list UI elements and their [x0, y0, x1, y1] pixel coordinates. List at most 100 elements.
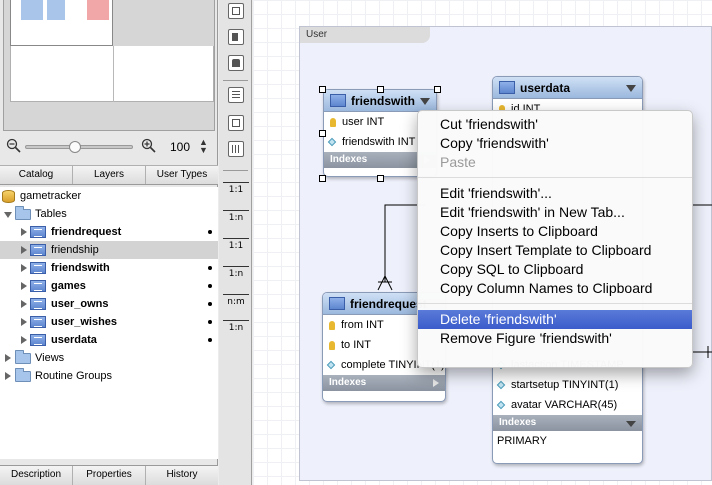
- routine-group-tool-icon[interactable]: [228, 141, 244, 157]
- model-navigator[interactable]: [3, 0, 215, 131]
- column-label: friendswith INT: [342, 136, 416, 148]
- column-label: from INT: [341, 319, 384, 331]
- table-icon: [330, 94, 346, 107]
- disclosure-right-icon[interactable]: [5, 372, 11, 380]
- menu-separator: [418, 177, 692, 178]
- relationship-1-n-tool[interactable]: 1:n: [221, 203, 251, 227]
- view-tool-icon[interactable]: [228, 115, 244, 131]
- tab-history[interactable]: History: [146, 466, 218, 485]
- tree-item-table[interactable]: user_wishes: [0, 313, 218, 331]
- table-label: user_owns: [51, 298, 109, 310]
- tab-properties[interactable]: Properties: [73, 466, 146, 485]
- folder-icon: [15, 350, 31, 364]
- relationship-1-1-solid-tool[interactable]: 1:1: [221, 231, 251, 255]
- resize-handle[interactable]: [319, 130, 326, 137]
- tree-item-table[interactable]: userdata: [0, 331, 218, 349]
- column-label: avatar VARCHAR(45): [511, 399, 618, 411]
- primary-key-icon: [329, 341, 335, 350]
- resize-handle[interactable]: [377, 175, 384, 182]
- relationship-1-n-solid-tool[interactable]: 1:n: [221, 259, 251, 283]
- tree-item-schema[interactable]: gametracker: [0, 187, 218, 205]
- indexes-header[interactable]: Indexes: [323, 375, 445, 391]
- tree-item-tables[interactable]: Tables: [0, 205, 218, 223]
- disclosure-right-icon[interactable]: [21, 300, 27, 308]
- layer-tool-icon[interactable]: [228, 3, 244, 19]
- note-tool-icon[interactable]: [228, 29, 244, 45]
- menu-item-copy-column-names[interactable]: Copy Column Names to Clipboard: [418, 279, 692, 298]
- zoom-out-icon[interactable]: [6, 138, 22, 154]
- primary-key-icon: [329, 321, 335, 330]
- relationship-n-m-tool[interactable]: n:m: [221, 287, 251, 311]
- table-label: userdata: [51, 334, 97, 346]
- tab-description[interactable]: Description: [0, 466, 73, 485]
- resize-handle[interactable]: [319, 86, 326, 93]
- column-label: user INT: [342, 116, 385, 128]
- disclosure-right-icon[interactable]: [21, 246, 27, 254]
- table-label: friendship: [51, 244, 99, 256]
- resize-handle[interactable]: [434, 86, 441, 93]
- collapse-icon[interactable]: [420, 98, 430, 105]
- menu-item-delete[interactable]: Delete 'friendswith': [418, 310, 692, 329]
- tab-layers[interactable]: Layers: [73, 166, 146, 184]
- menu-item-edit-new-tab[interactable]: Edit 'friendswith' in New Tab...: [418, 203, 692, 222]
- relationship-existing-columns-tool[interactable]: 1:n: [221, 313, 251, 337]
- zoom-stepper-icon[interactable]: ▲ ▼: [199, 138, 208, 155]
- column-row[interactable]: startsetup TINYINT(1): [493, 375, 642, 395]
- zoom-slider-knob[interactable]: [69, 141, 81, 153]
- table-icon: [30, 262, 46, 274]
- menu-item-cut[interactable]: Cut 'friendswith': [418, 115, 692, 134]
- tree-item-table[interactable]: games: [0, 277, 218, 295]
- tab-catalog[interactable]: Catalog: [0, 166, 73, 184]
- disclosure-right-icon[interactable]: [21, 318, 27, 326]
- menu-item-copy-sql[interactable]: Copy SQL to Clipboard: [418, 260, 692, 279]
- tree-item-views[interactable]: Views: [0, 349, 218, 367]
- mini-table: [87, 0, 109, 20]
- disclosure-right-icon[interactable]: [21, 264, 27, 272]
- menu-item-copy-insert-template[interactable]: Copy Insert Template to Clipboard: [418, 241, 692, 260]
- disclosure-right-icon[interactable]: [21, 282, 27, 290]
- zoom-value[interactable]: 100: [170, 140, 190, 154]
- mini-table: [21, 0, 43, 20]
- zoom-in-icon[interactable]: [141, 138, 157, 154]
- column-row[interactable]: avatar VARCHAR(45): [493, 395, 642, 415]
- relationship-1-1-tool[interactable]: 1:1: [221, 175, 251, 199]
- table-label: user_wishes: [51, 316, 118, 328]
- resize-handle[interactable]: [319, 175, 326, 182]
- table-icon: [329, 297, 345, 310]
- zoom-slider[interactable]: [25, 141, 133, 153]
- collapse-icon[interactable]: [626, 421, 636, 427]
- table-label: games: [51, 280, 86, 292]
- tree-item-table[interactable]: friendrequest: [0, 223, 218, 241]
- index-row[interactable]: PRIMARY: [493, 431, 642, 451]
- tree-item-table[interactable]: friendswith: [0, 259, 218, 277]
- image-tool-icon[interactable]: [228, 55, 244, 71]
- tree-item-routine-groups[interactable]: Routine Groups: [0, 367, 218, 385]
- resize-handle[interactable]: [377, 86, 384, 93]
- entity-header[interactable]: userdata: [493, 77, 642, 99]
- indexes-header[interactable]: Indexes: [493, 415, 642, 431]
- menu-item-edit[interactable]: Edit 'friendswith'...: [418, 184, 692, 203]
- collapse-icon[interactable]: [626, 85, 636, 92]
- disclosure-right-icon[interactable]: [21, 228, 27, 236]
- navigator-viewport[interactable]: [10, 0, 113, 46]
- expand-icon[interactable]: [433, 379, 439, 387]
- catalog-tree: gametracker Tables friendrequest friends…: [0, 187, 218, 459]
- routine-groups-label: Routine Groups: [35, 370, 113, 382]
- entity-header[interactable]: friendswith: [324, 90, 436, 112]
- tab-user-types[interactable]: User Types: [146, 166, 218, 184]
- entity-name: friendswith: [351, 94, 416, 108]
- column-label: startsetup TINYINT(1): [511, 379, 619, 391]
- tree-item-table[interactable]: friendship: [0, 241, 218, 259]
- table-icon: [499, 81, 515, 94]
- disclosure-right-icon[interactable]: [5, 354, 11, 362]
- diagram-toolbar: 1:1 1:n 1:1 1:n n:m 1:n: [219, 0, 252, 485]
- disclosure-right-icon[interactable]: [21, 336, 27, 344]
- menu-item-copy[interactable]: Copy 'friendswith': [418, 134, 692, 153]
- table-tool-icon[interactable]: [228, 87, 244, 103]
- menu-item-copy-inserts[interactable]: Copy Inserts to Clipboard: [418, 222, 692, 241]
- disclosure-down-icon[interactable]: [4, 212, 12, 218]
- navigator-page: [10, 46, 214, 102]
- menu-item-remove-figure[interactable]: Remove Figure 'friendswith': [418, 329, 692, 348]
- tree-item-table[interactable]: user_owns: [0, 295, 218, 313]
- mini-table: [47, 0, 65, 20]
